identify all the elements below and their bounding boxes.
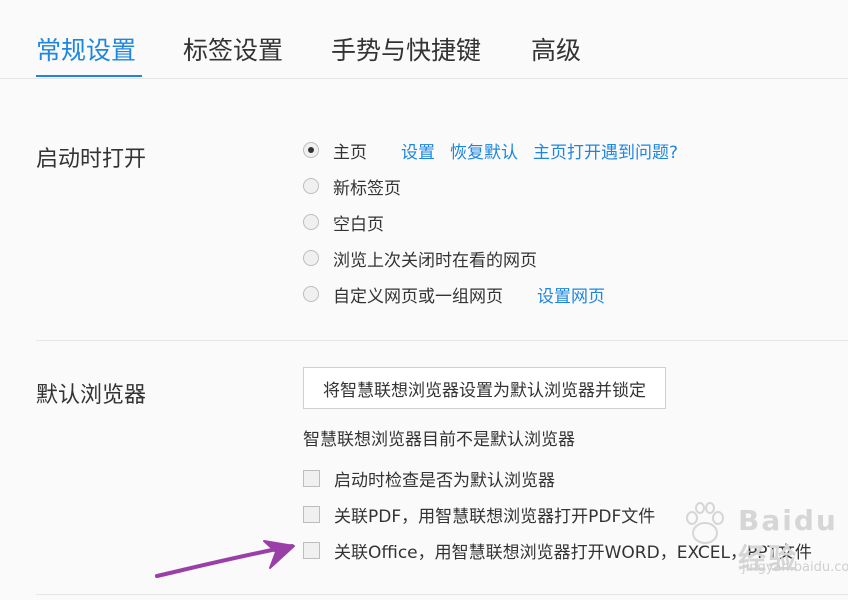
default-browser-status: 智慧联想浏览器目前不是默认浏览器 (303, 430, 575, 450)
last-session-label: 浏览上次关闭时在看的网页 (333, 250, 537, 271)
associate-office-checkbox[interactable] (303, 541, 320, 559)
blank-page-radio[interactable] (303, 214, 319, 230)
new-tab-label: 新标签页 (333, 178, 401, 199)
paw-logo-icon (686, 502, 724, 544)
section-divider (36, 340, 848, 341)
associate-pdf-option: 关联PDF，用智慧联想浏览器打开PDF文件 (303, 502, 656, 527)
set-custom-pages-link[interactable]: 设置网页 (537, 282, 605, 307)
associate-pdf-label: 关联PDF，用智慧联想浏览器打开PDF文件 (334, 506, 656, 527)
associate-pdf-checkbox[interactable] (303, 505, 320, 523)
custom-pages-label: 自定义网页或一组网页 (333, 286, 503, 307)
tab-advanced[interactable]: 高级 (531, 33, 581, 69)
startup-section-title: 启动时打开 (36, 147, 147, 172)
bottom-divider (36, 594, 848, 595)
startup-option-homepage: 主页 设置 恢复默认 主页打开遇到问题? (303, 138, 678, 163)
tab-general[interactable]: 常规设置 (36, 33, 136, 69)
check-default-label: 启动时检查是否为默认浏览器 (334, 470, 555, 491)
check-default-checkbox[interactable] (303, 469, 320, 487)
new-tab-radio[interactable] (303, 178, 319, 194)
custom-pages-radio[interactable] (303, 286, 319, 302)
set-default-browser-button[interactable]: 将智慧联想浏览器设置为默认浏览器并锁定 (303, 367, 666, 409)
homepage-radio[interactable] (303, 142, 319, 158)
settings-tabs: 常规设置 标签设置 手势与快捷键 高级 (0, 0, 848, 79)
startup-option-new-tab: 新标签页 (303, 174, 401, 199)
last-session-radio[interactable] (303, 250, 319, 266)
homepage-settings-link[interactable]: 设置 (401, 138, 435, 163)
tab-tab-settings[interactable]: 标签设置 (183, 33, 283, 69)
baidu-watermark: Baidu 经验 jingyan.baidu.com (678, 498, 848, 588)
check-default-option: 启动时检查是否为默认浏览器 (303, 466, 555, 491)
restore-default-link[interactable]: 恢复默认 (450, 138, 518, 163)
startup-option-blank: 空白页 (303, 210, 384, 235)
startup-option-custom: 自定义网页或一组网页 设置网页 (303, 282, 605, 307)
active-tab-indicator (36, 75, 142, 77)
startup-option-last-session: 浏览上次关闭时在看的网页 (303, 246, 537, 271)
default-browser-section-title: 默认浏览器 (36, 383, 147, 408)
homepage-problem-link[interactable]: 主页打开遇到问题? (533, 138, 678, 163)
watermark-url: jingyan.baidu.com (742, 560, 848, 575)
tab-gestures-shortcuts[interactable]: 手势与快捷键 (331, 33, 481, 69)
homepage-label: 主页 (333, 142, 367, 163)
blank-page-label: 空白页 (333, 214, 384, 235)
